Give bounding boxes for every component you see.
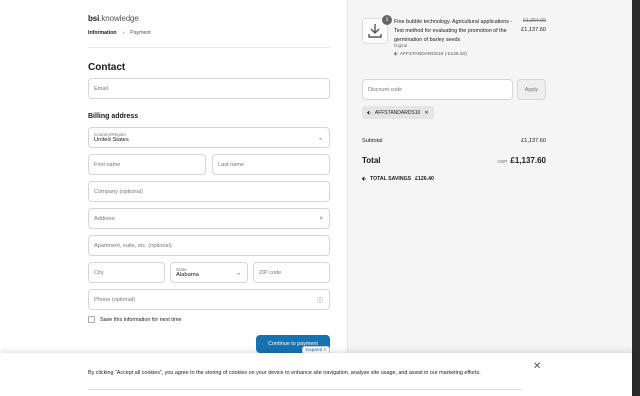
quantity-badge: 1 [382,15,392,25]
download-icon [368,24,382,38]
help-circle-icon[interactable]: ⓘ [317,295,323,304]
billing-heading: Billing address [88,113,139,120]
applied-discount-tag: ⬖ AFFSTANDARDS10 ✕ [362,106,434,119]
search-icon: ⌕ [319,215,323,221]
zip-field[interactable]: ZIP code [253,262,330,283]
chevron-down-icon: ⌄ [317,135,323,141]
discount-code-input[interactable]: Discount code [362,79,513,100]
cookie-banner: By clicking “Accept all cookies”, you ag… [0,353,632,396]
save-info-label: Save this information for next time [100,316,182,323]
phone-field[interactable]: Phone (optional) ⓘ [88,289,330,310]
tag-icon: ⬖ [362,176,366,182]
last-name-field[interactable]: Last name [212,154,330,175]
header-divider [88,47,330,48]
total-savings: ⬖ TOTAL SAVINGS £126.40 [362,176,434,182]
tag-icon: ⬖ [394,52,398,57]
cookie-divider [88,389,522,390]
breadcrumb-information: Information [88,30,117,36]
first-name-field[interactable]: First name [88,154,206,175]
save-info-checkbox[interactable] [88,316,95,323]
breadcrumb-payment: Payment [130,30,151,36]
close-icon[interactable]: ✕ [533,361,541,372]
chevron-down-icon: ⌄ [235,270,241,276]
product-original-price: £1,264.00 [522,18,546,24]
state-select[interactable]: State Alabama ⌄ [170,262,248,283]
contact-heading: Contact [88,62,126,73]
product-format: Digital [394,44,408,49]
total-row: Total GBP £1,137.60 [362,156,546,165]
order-summary-panel [347,0,632,396]
country-select[interactable]: Country/Region United States ⌄ [88,127,330,148]
save-info-checkbox-row[interactable]: Save this information for next time [88,316,182,323]
tag-icon: ⬖ [367,109,371,116]
apply-discount-button[interactable]: Apply [517,79,546,100]
subtotal-row: Subtotal £1,137.60 [362,138,546,144]
cookie-text: By clicking “Accept all cookies”, you ag… [88,370,481,376]
product-title: Fine bubble technology. Agricultural app… [394,19,513,43]
breadcrumb: Information › Payment [88,30,151,36]
product-final-price: £1,137.60 [521,27,546,33]
checkout-form-panel: bsi.knowledge Information › Payment Cont… [0,0,347,396]
product-discount: ⬖ AFFSTANDARDS10 (-£126.40) [394,52,467,57]
email-field[interactable]: Email [88,78,330,99]
close-icon[interactable]: ✕ [424,110,428,116]
store-logo[interactable]: bsi.knowledge [88,14,139,23]
chevron-right-icon: › [122,30,125,36]
address-field[interactable]: Address ⌕ [88,208,330,229]
apartment-field[interactable]: Apartment, suite, etc. (optional) [88,235,330,256]
company-field[interactable]: Company (optional) [88,181,330,202]
city-field[interactable]: City [88,262,165,283]
scrollbar[interactable] [632,0,640,396]
